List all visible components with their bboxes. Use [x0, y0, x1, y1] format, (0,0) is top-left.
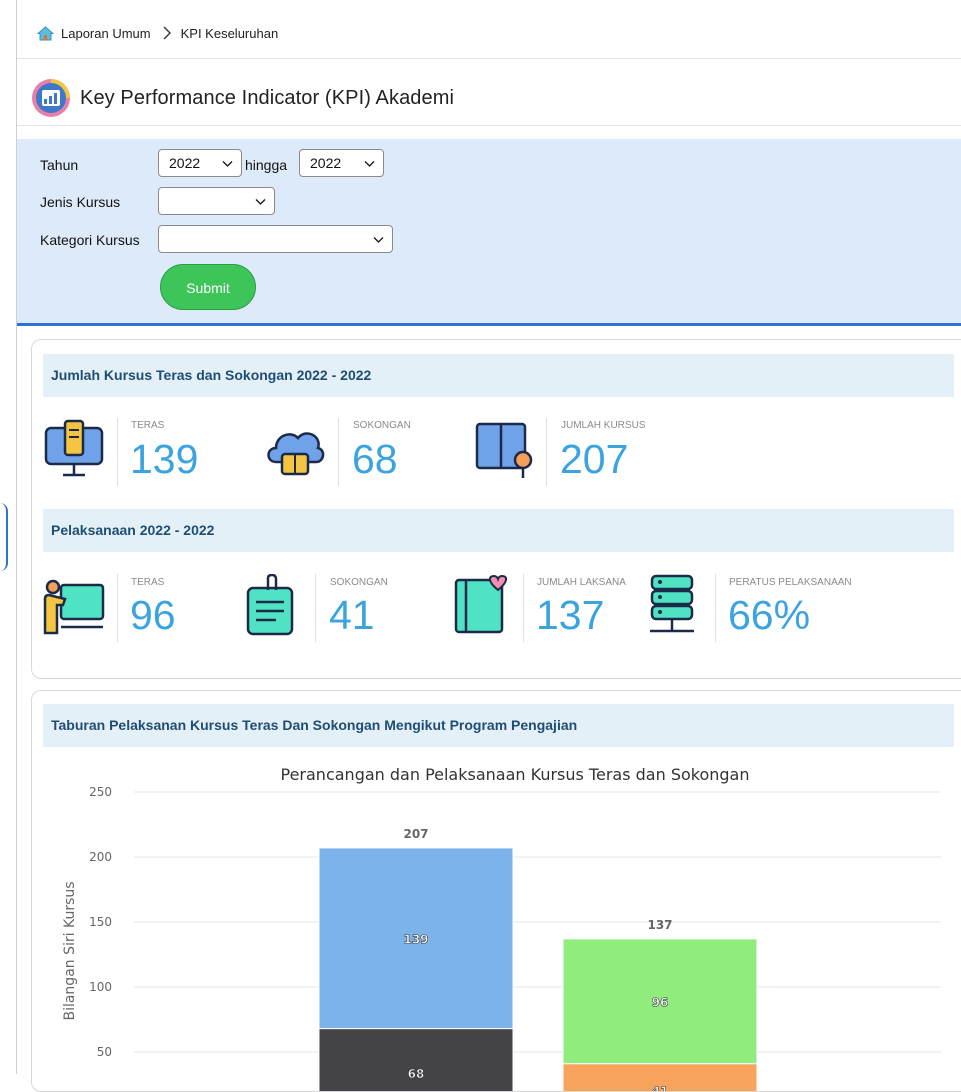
y-tick-label: 50 — [97, 1045, 112, 1059]
book-heart-icon — [454, 574, 508, 634]
bar-segment — [318, 1028, 514, 1091]
y-tick-label: 150 — [89, 915, 112, 929]
course-category-label: Kategori Kursus — [40, 232, 140, 248]
y-axis-label: Bilangan Siri Kursus — [62, 881, 78, 1020]
chart-title: Perancangan dan Pelaksanaan Kursus Teras… — [281, 765, 750, 784]
to-label: hingga — [245, 157, 288, 173]
stat-divider — [315, 574, 316, 642]
jumlah-laksana-value: 137 — [536, 592, 605, 638]
book-pin-icon — [475, 422, 533, 478]
server-stack-icon — [650, 574, 694, 633]
jumlah-laksana-label: JUMLAH LAKSANA — [537, 577, 626, 588]
y-tick-label: 100 — [89, 980, 112, 994]
bar-segment-label: 41 — [652, 1084, 669, 1091]
jumlah-kursus-label: JUMLAH KURSUS — [561, 420, 646, 431]
teras-label: TERAS — [131, 420, 165, 431]
chevron-down-icon — [364, 161, 375, 167]
submit-button[interactable]: Submit — [160, 264, 256, 310]
year-to-select[interactable]: 2022 — [299, 149, 384, 177]
divider — [17, 125, 961, 126]
summary-header: Jumlah Kursus Teras dan Sokongan 2022 - … — [43, 354, 954, 397]
stat-divider — [117, 418, 118, 486]
bar-segment-label: 139 — [403, 932, 428, 946]
peratus-pelaksanaan-value: 66% — [728, 592, 811, 638]
stat-divider — [715, 574, 716, 642]
peratus-pelaksanaan-label: PERATUS PELAKSANAAN — [729, 577, 852, 588]
breadcrumb: Laporan Umum KPI Keseluruhan — [37, 22, 278, 44]
distribution-card: Taburan Pelaksanan Kursus Teras Dan Soko… — [31, 690, 961, 1092]
jumlah-kursus-value: 207 — [560, 436, 629, 482]
course-type-label: Jenis Kursus — [40, 194, 121, 210]
pelaksanaan-title: Pelaksanaan 2022 - 2022 — [51, 522, 215, 538]
stacked-bar-chart: Perancangan dan Pelaksanaan Kursus Teras… — [62, 765, 941, 1091]
divider — [17, 58, 961, 59]
year-to-value: 2022 — [310, 155, 342, 171]
bar-segment-label: 96 — [652, 995, 669, 1009]
breadcrumb-current: KPI Keseluruhan — [180, 25, 279, 41]
page-content: Laporan Umum KPI Keseluruhan Key Perform… — [17, 0, 961, 1092]
pelaksanaan-sokongan-label: SOKONGAN — [330, 577, 388, 588]
computer-screen-icon — [44, 419, 104, 477]
sokongan-label: SOKONGAN — [353, 420, 411, 431]
cloud-book-icon — [267, 432, 325, 476]
year-from-value: 2022 — [169, 155, 201, 171]
dashboard-chart-icon — [32, 79, 70, 117]
chevron-down-icon — [222, 161, 233, 167]
bar-total-label: 137 — [647, 918, 672, 932]
course-category-select[interactable] — [158, 225, 393, 253]
y-tick-label: 250 — [89, 785, 112, 799]
pelaksanaan-header: Pelaksanaan 2022 - 2022 — [43, 509, 954, 552]
sokongan-value: 68 — [352, 436, 398, 482]
summary-title: Jumlah Kursus Teras dan Sokongan 2022 - … — [51, 367, 372, 383]
pelaksanaan-teras-value: 96 — [130, 592, 176, 638]
filter-panel: Tahun 2022 hingga 2022 Jenis Kursus Kate… — [17, 139, 961, 326]
pelaksanaan-sokongan-value: 41 — [329, 592, 375, 638]
course-type-select[interactable] — [158, 187, 275, 215]
bar-total-label: 207 — [403, 827, 428, 841]
stat-divider — [523, 574, 524, 642]
home-icon[interactable] — [37, 25, 54, 41]
stat-divider — [117, 574, 118, 642]
breadcrumb-root[interactable]: Laporan Umum — [61, 26, 151, 41]
year-label: Tahun — [40, 157, 79, 173]
y-tick-label: 200 — [89, 850, 112, 864]
side-scroll-handle[interactable] — [0, 503, 8, 571]
document-list-icon — [246, 574, 294, 636]
kpi-summary-card: Jumlah Kursus Teras dan Sokongan 2022 - … — [31, 339, 961, 679]
page-title: Key Performance Indicator (KPI) Akademi — [80, 86, 455, 109]
chevron-right-icon — [163, 26, 171, 40]
year-from-select[interactable]: 2022 — [158, 149, 242, 177]
stat-divider — [546, 418, 547, 486]
teras-value: 139 — [130, 436, 199, 482]
page-header: Key Performance Indicator (KPI) Akademi — [31, 78, 454, 118]
teacher-board-icon — [43, 579, 105, 635]
chevron-down-icon — [373, 237, 384, 243]
pelaksanaan-teras-label: TERAS — [131, 577, 165, 588]
chevron-down-icon — [255, 199, 266, 205]
stat-divider — [338, 418, 339, 486]
